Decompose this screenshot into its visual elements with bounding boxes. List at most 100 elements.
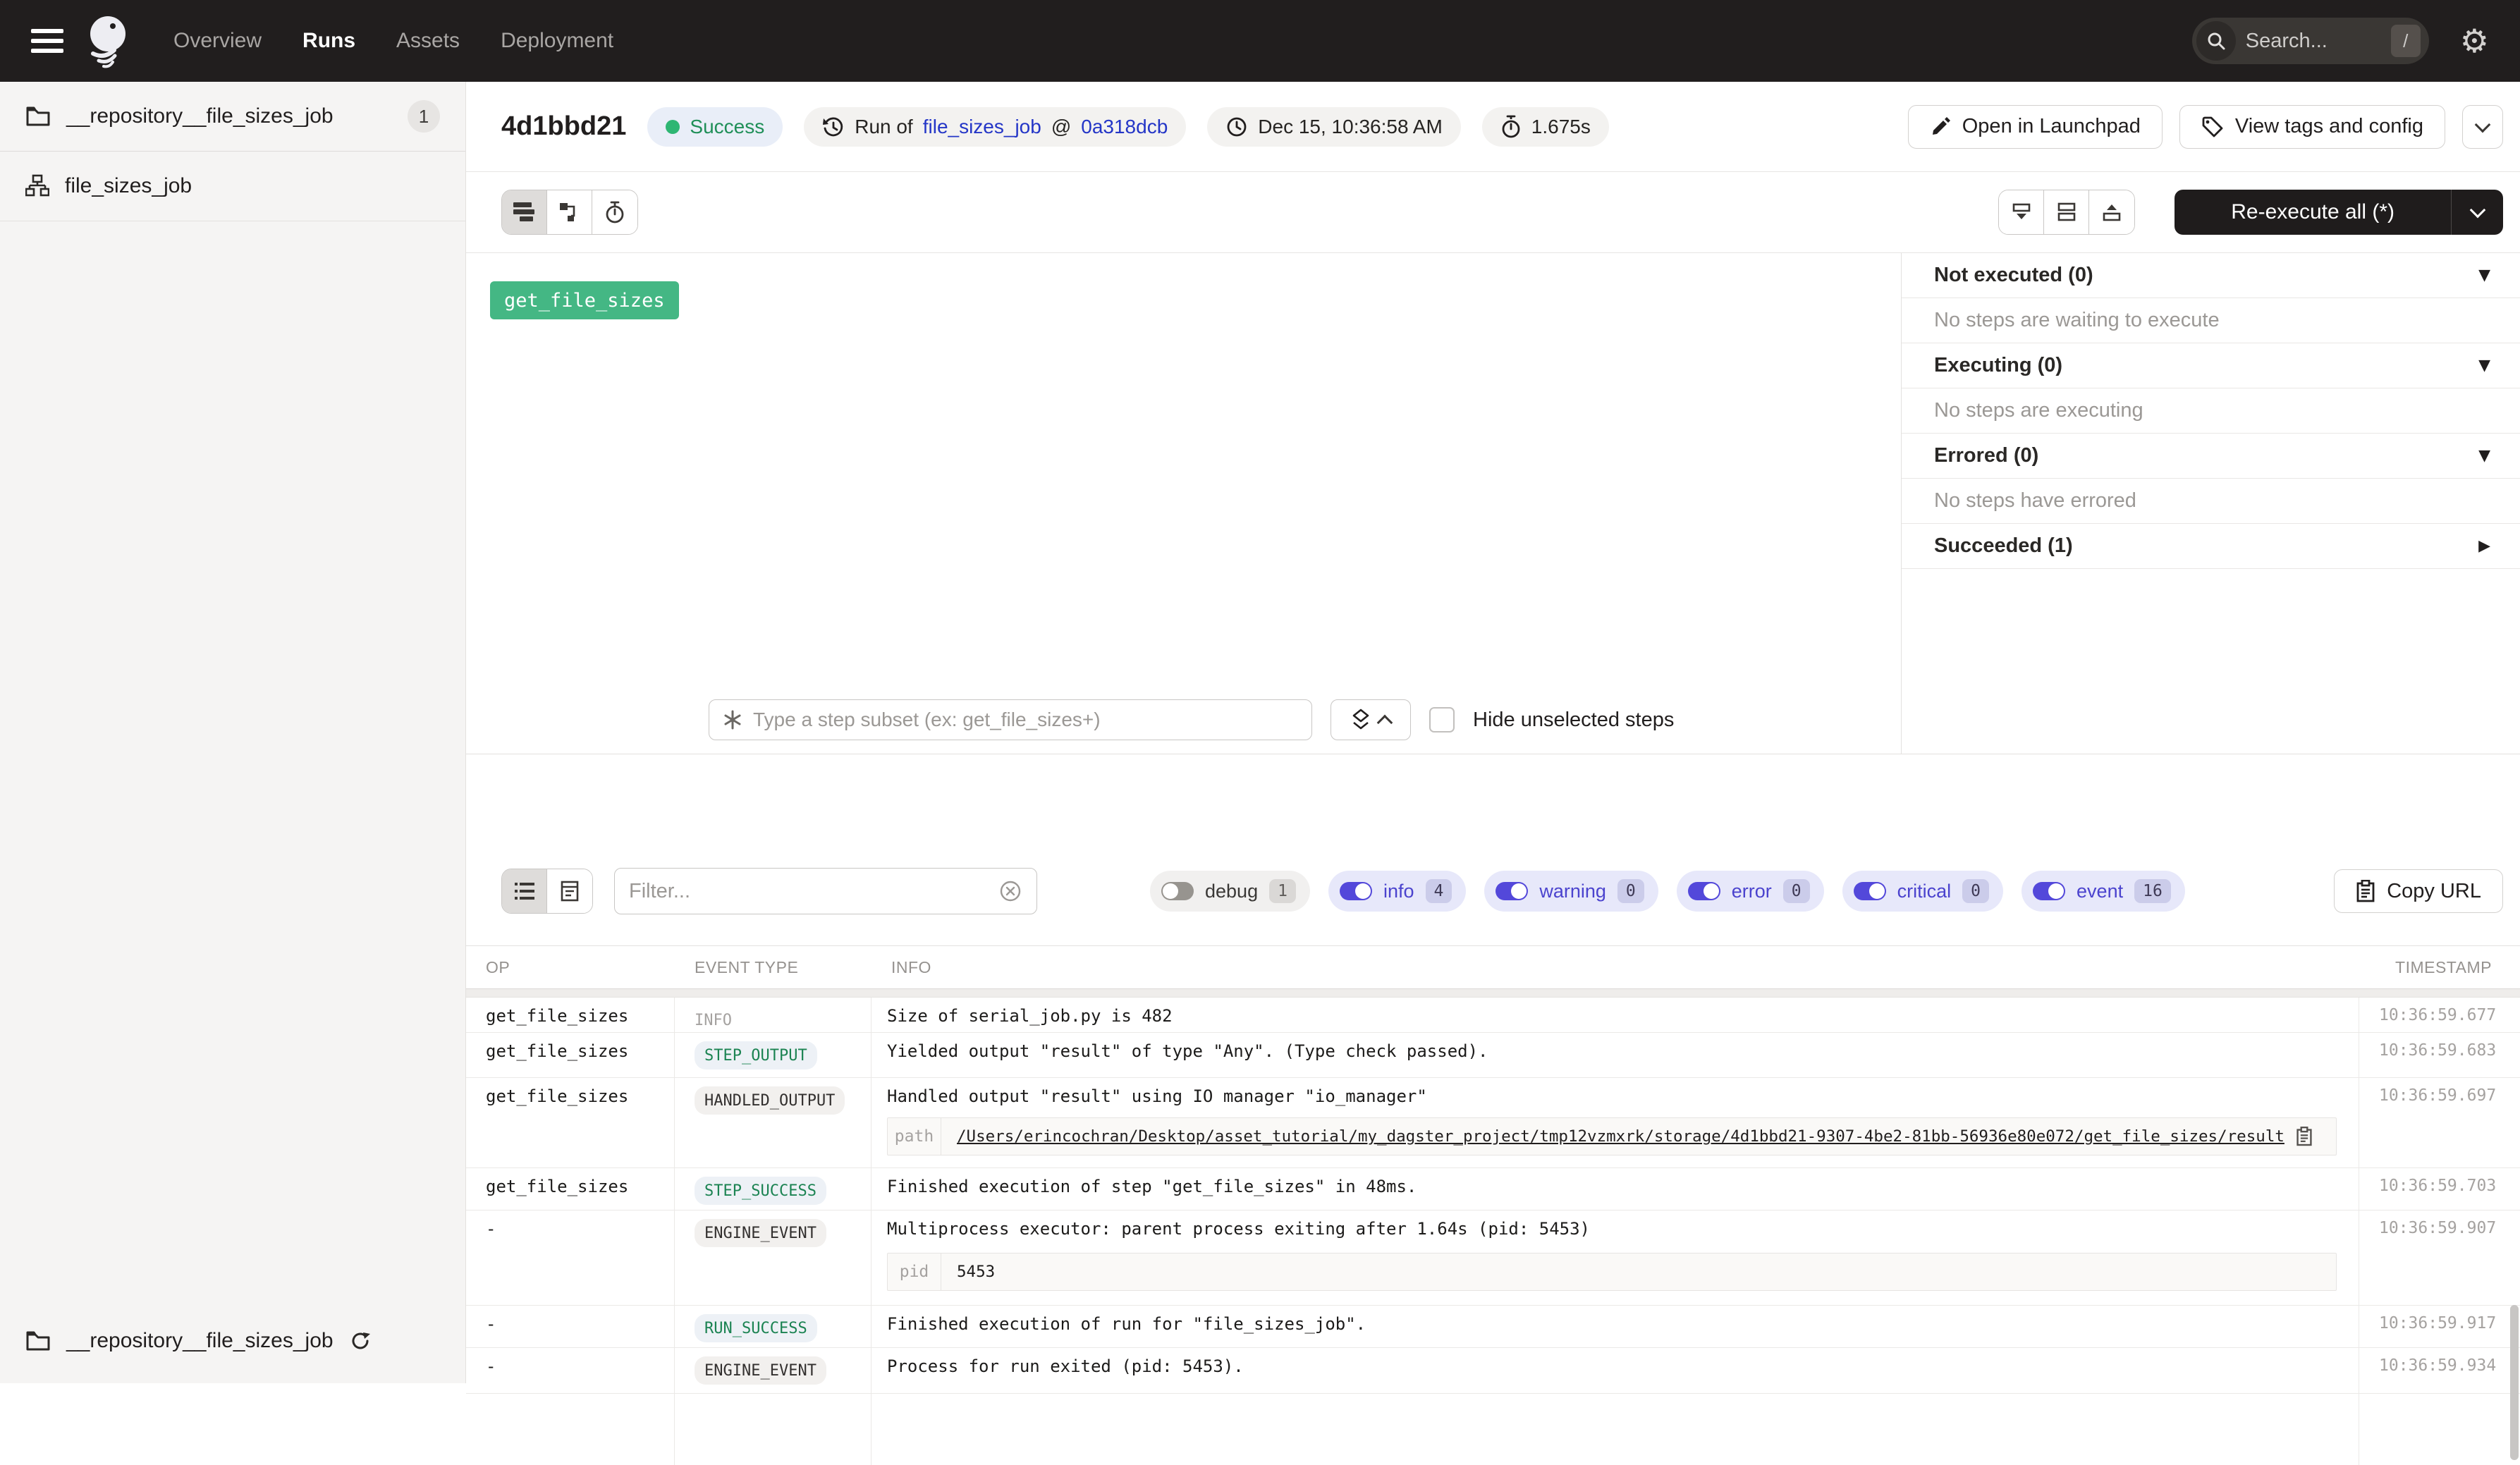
timing-view-button[interactable] [592, 190, 637, 234]
hide-unselected-label: Hide unselected steps [1473, 709, 1674, 732]
stopwatch-icon [1500, 115, 1522, 139]
run-duration: 1.675s [1531, 116, 1591, 138]
section-caption: No steps are executing [1934, 399, 2143, 422]
nav-link-runs[interactable]: Runs [302, 29, 355, 53]
copy-path-icon[interactable] [2296, 1127, 2313, 1146]
sidebar-bottom-repository[interactable]: __repository__file_sizes_job [0, 1316, 465, 1366]
nav-link-overview[interactable]: Overview [173, 29, 262, 53]
chevron-down-icon: ▼ [2478, 447, 2490, 465]
log-filter-input-wrap [614, 868, 1037, 914]
status-badge: Success [647, 107, 783, 147]
chip-debug[interactable]: debug 1 [1150, 871, 1310, 912]
log-row-op[interactable]: - [466, 1306, 675, 1348]
log-row-info: Multiprocess executor: parent process ex… [871, 1210, 2359, 1306]
expand-panel-button[interactable] [2089, 190, 2134, 234]
log-row-op[interactable]: get_file_sizes [466, 998, 675, 1033]
reexecute-dropdown-button[interactable] [2451, 190, 2503, 235]
vertical-scrollbar[interactable] [2510, 1305, 2519, 1460]
log-row-timestamp[interactable]: 10:36:59.703 [2359, 1168, 2520, 1210]
section-executing[interactable]: Executing (0) ▼ [1902, 343, 2520, 388]
job-link[interactable]: file_sizes_job [923, 116, 1041, 138]
meta-key: pid [888, 1253, 941, 1290]
hamburger-menu-icon[interactable] [31, 29, 63, 53]
chip-label: warning [1539, 881, 1606, 902]
log-list-view-button[interactable] [502, 869, 547, 913]
gantt-panel: get_file_sizes Hide unselected st [466, 253, 1901, 754]
nav-link-deployment[interactable]: Deployment [501, 29, 613, 53]
log-row-timestamp[interactable]: 10:36:59.907 [2359, 1210, 2520, 1306]
toggle-on-icon [1854, 882, 1886, 900]
pid-value: 5453 [957, 1263, 995, 1281]
dagster-logo-icon[interactable] [85, 13, 134, 68]
log-row-op[interactable]: get_file_sizes [466, 1033, 675, 1078]
log-row-timestamp[interactable]: 10:36:59.677 [2359, 998, 2520, 1033]
path-metabox: path /Users/erincochran/Desktop/asset_tu… [887, 1117, 2337, 1156]
chip-critical[interactable]: critical 0 [1842, 871, 2003, 912]
gantt-bars-icon [513, 201, 536, 223]
log-row-op[interactable]: - [466, 1210, 675, 1306]
log-row-event-type: STEP_OUTPUT [675, 1033, 871, 1078]
log-filter-input[interactable] [629, 880, 998, 903]
open-in-launchpad-button[interactable]: Open in Launchpad [1908, 105, 2163, 149]
log-row-op[interactable]: - [466, 1348, 675, 1394]
sidebar-item-job[interactable]: file_sizes_job [0, 152, 465, 221]
refresh-icon[interactable] [349, 1330, 372, 1352]
section-title: Executing (0) [1934, 354, 2062, 377]
chip-error[interactable]: error 0 [1677, 871, 1824, 912]
log-row-timestamp[interactable]: 10:36:59.697 [2359, 1078, 2520, 1168]
nav-link-assets[interactable]: Assets [396, 29, 460, 53]
search-input[interactable] [2246, 30, 2373, 53]
panel-layout-segmented [1998, 190, 2135, 235]
toggle-on-icon [1688, 882, 1720, 900]
event-type-badge: HANDLED_OUTPUT [695, 1086, 845, 1115]
col-header-timestamp: TIMESTAMP [2359, 945, 2520, 989]
chip-info[interactable]: info 4 [1328, 871, 1466, 912]
scroll-shadow-band [466, 989, 2520, 998]
run-actions-dropdown-button[interactable] [2462, 105, 2503, 149]
split-panel-button[interactable] [2044, 190, 2089, 234]
zoom-fit-button[interactable] [1331, 699, 1411, 740]
chip-label: info [1383, 881, 1414, 902]
gantt-toolbar: Re-execute all (*) [466, 172, 2520, 253]
log-raw-view-button[interactable] [547, 869, 592, 913]
sidebar-repo-label: __repository__file_sizes_job [66, 104, 334, 128]
success-dot-icon [666, 120, 680, 134]
commit-link[interactable]: 0a318dcb [1081, 116, 1168, 138]
gear-icon[interactable]: ⚙ [2460, 25, 2489, 57]
clear-filter-icon[interactable] [998, 879, 1022, 903]
collapse-panel-button[interactable] [1999, 190, 2044, 234]
log-row-timestamp[interactable]: 10:36:59.683 [2359, 1033, 2520, 1078]
log-row-timestamp[interactable]: 10:36:59.934 [2359, 1348, 2520, 1394]
run-header: 4d1bbd21 Success Run of file_sizes_job @… [466, 82, 2520, 172]
copy-url-label: Copy URL [2387, 880, 2481, 903]
duration-pill: 1.675s [1482, 107, 1609, 147]
chip-event[interactable]: event 16 [2021, 871, 2185, 912]
chip-warning[interactable]: warning 0 [1484, 871, 1658, 912]
view-tags-config-label: View tags and config [2235, 115, 2423, 138]
gantt-view-button[interactable] [502, 190, 547, 234]
log-row-op[interactable]: get_file_sizes [466, 1168, 675, 1210]
section-succeeded[interactable]: Succeeded (1) ▶ [1902, 524, 2520, 569]
log-row-op[interactable]: get_file_sizes [466, 1078, 675, 1168]
log-row-event-type: HANDLED_OUTPUT [675, 1078, 871, 1168]
step-subset-input[interactable] [753, 709, 1299, 731]
toggle-on-icon [1340, 882, 1372, 900]
section-caption: No steps have errored [1934, 489, 2136, 513]
log-level-chips: debug 1 info 4 warning 0 error 0 [1150, 871, 2185, 912]
hide-unselected-checkbox[interactable] [1429, 707, 1455, 732]
reexecute-all-button[interactable]: Re-execute all (*) [2175, 190, 2503, 235]
gantt-step-chip[interactable]: get_file_sizes [490, 281, 679, 319]
meta-key: path [888, 1118, 941, 1155]
flat-view-button[interactable] [547, 190, 592, 234]
flat-graph-icon [558, 201, 581, 223]
sidebar-item-repository[interactable]: __repository__file_sizes_job 1 [0, 82, 465, 151]
copy-url-button[interactable]: Copy URL [2334, 869, 2503, 913]
view-tags-config-button[interactable]: View tags and config [2179, 105, 2445, 149]
storage-path-link[interactable]: /Users/erincochran/Desktop/asset_tutoria… [957, 1127, 2284, 1146]
section-errored[interactable]: Errored (0) ▼ [1902, 434, 2520, 479]
log-row-timestamp[interactable]: 10:36:59.917 [2359, 1306, 2520, 1348]
section-not-executed[interactable]: Not executed (0) ▼ [1902, 253, 2520, 298]
log-row-info: Finished execution of step "get_file_siz… [871, 1168, 2359, 1210]
section-body: No steps are executing [1902, 388, 2520, 434]
search-box[interactable]: / [2192, 18, 2429, 64]
